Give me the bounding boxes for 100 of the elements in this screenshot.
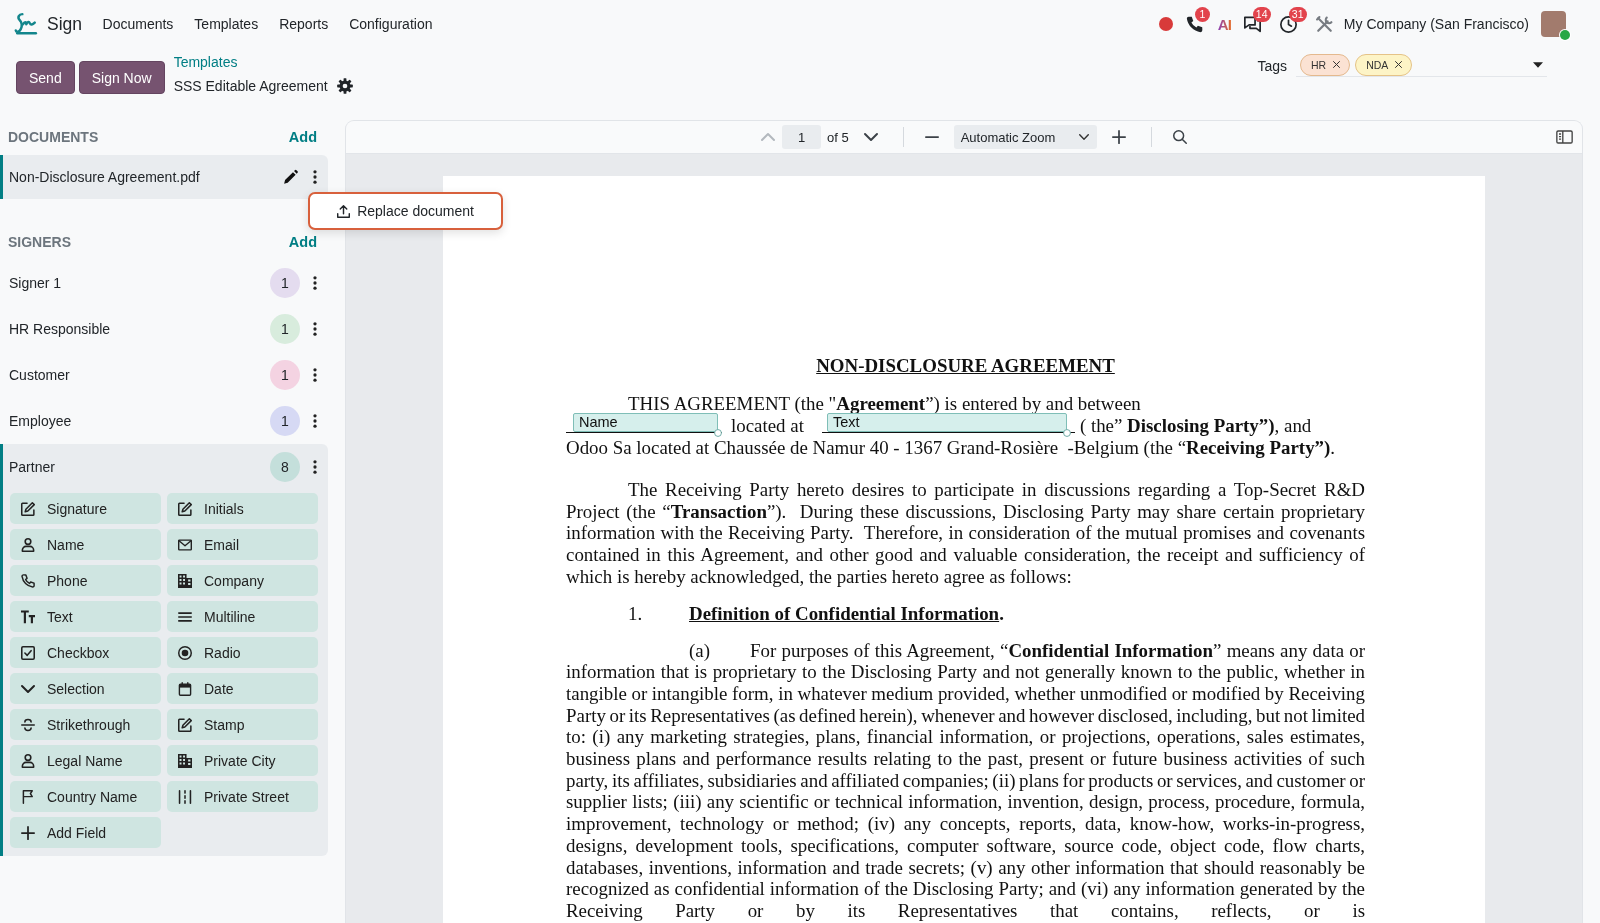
add-link[interactable]: Add — [288, 234, 317, 250]
sidebar-toggle-icon[interactable] — [1556, 130, 1573, 144]
count-badge: 1 — [270, 360, 300, 390]
checkbox-icon — [21, 645, 35, 660]
menu-item[interactable]: Documents — [92, 12, 184, 36]
signer-item[interactable]: Partner 8 — [0, 444, 328, 490]
company-switcher[interactable]: My Company (San Francisco) — [1343, 16, 1529, 32]
menu-item[interactable]: Reports — [268, 12, 339, 36]
lines-icon — [178, 609, 192, 624]
field-type-button[interactable]: Strikethrough — [10, 709, 161, 740]
document-text: ( the” Disclosing Party”), and — [1079, 415, 1312, 437]
close-icon[interactable] — [1333, 61, 1341, 68]
field-type-button[interactable]: Private City — [167, 745, 318, 776]
signer-item[interactable]: Customer 1 — [0, 352, 328, 398]
plus-icon — [21, 825, 35, 840]
pencil-square-icon — [178, 717, 192, 732]
placed-field[interactable]: Text — [826, 413, 1067, 432]
document-text: located at — [731, 415, 804, 437]
kebab-menu-icon[interactable] — [313, 460, 317, 474]
gear-icon[interactable] — [336, 78, 353, 94]
field-type-button[interactable]: Checkbox — [10, 637, 161, 668]
pencil-square-icon — [178, 501, 192, 516]
field-type-button[interactable]: Initials — [167, 493, 318, 524]
chevron-down-icon — [1078, 134, 1089, 140]
action-button[interactable]: Sign Now — [78, 61, 165, 94]
pencil-square-icon — [21, 501, 35, 516]
envelope-icon — [178, 537, 192, 552]
tools-icon[interactable] — [1315, 15, 1333, 33]
field-type-button[interactable]: Legal Name — [10, 745, 161, 776]
field-type-button[interactable]: Name — [10, 529, 161, 560]
caret-down-icon[interactable] — [1533, 61, 1543, 68]
field-type-button[interactable]: Country Name — [10, 781, 161, 812]
tag-label: HR — [1311, 58, 1327, 71]
field-type-button[interactable]: Add Field — [10, 817, 161, 848]
signer-item[interactable]: HR Responsible 1 — [0, 306, 328, 352]
count-badge: 1 — [270, 406, 300, 436]
count-badge: 1 — [270, 314, 300, 344]
resize-handle-icon[interactable] — [1062, 429, 1071, 437]
field-type-button[interactable]: Email — [167, 529, 318, 560]
menu-item[interactable]: Templates — [183, 12, 269, 36]
tags-field[interactable]: HR NDA — [1296, 53, 1547, 77]
document-text: THIS AGREEMENT (the "Agreement”) is entered by and between — [627, 393, 1142, 415]
kebab-menu-icon[interactable] — [313, 276, 317, 290]
building-icon — [178, 753, 192, 768]
kebab-menu-icon[interactable] — [313, 170, 317, 184]
app-name[interactable]: Sign — [47, 13, 83, 35]
field-type-button[interactable]: Signature — [10, 493, 161, 524]
template-title: SSS Editable Agreement — [173, 77, 328, 96]
text-size-icon — [21, 609, 35, 624]
field-type-button[interactable]: Radio — [167, 637, 318, 668]
person-icon — [21, 753, 35, 768]
page-number-field[interactable]: 1 — [782, 125, 821, 149]
dot-icon[interactable] — [1158, 17, 1173, 31]
tag-label: NDA — [1366, 58, 1389, 71]
field-type-button[interactable]: Selection — [10, 673, 161, 704]
chevron-down-icon[interactable] — [863, 130, 878, 144]
kebab-menu-icon[interactable] — [313, 322, 317, 336]
kebab-menu-icon[interactable] — [313, 368, 317, 382]
field-type-button[interactable]: Private Street — [167, 781, 318, 812]
strikethrough-icon — [21, 717, 35, 732]
document-item[interactable]: Non-Disclosure Agreement.pdf — [0, 155, 328, 199]
radio-icon — [178, 645, 192, 660]
count-badge: 1 — [270, 268, 300, 298]
placed-field[interactable]: Name — [573, 413, 718, 432]
document-title: NON-DISCLOSURE AGREEMENT — [815, 355, 1116, 377]
notification-badge: 1 — [1194, 6, 1210, 22]
person-icon — [21, 537, 35, 552]
signature-scribble-icon[interactable] — [15, 13, 37, 35]
menu-item[interactable]: Replace document — [333, 201, 478, 221]
page-count: of 5 — [827, 129, 849, 145]
flag-icon — [21, 789, 35, 804]
add-link[interactable]: Add — [288, 129, 317, 145]
action-button[interactable]: Send — [16, 61, 75, 94]
document-paragraph: (a) For purposes of this Agreement, “Confidential Information” means any data or information that is proprietary to the Disclosing Party and not generally known to the public, whether in tangible or intangible form, in whatever medium provided, whether unmodified or modified by Receiving Party or its Representatives (as defined herein), whenever and however disclosed, including, but not limited to: (i) any marketing strategies, plans, financial information, or projections, operations, sales estimates, business plans and performance results relating to the past, present or future business activities of such party, its affiliates, subsidiaries and affiliated companies; (ii) plans for products or services, and customer or supplier lists; (iii) any scientific or technical information, invention, design, process, procedure, formula, improvement, technology or method; (iv) any concepts, reports, data, know-how, works-in-progress, designs, development tools, specifications, computer software, source code, object code, flow charts, databases, inventions, information and trade secrets; (v) any other information that should reasonably be recognized as confidential information of the Disclosing Party; and (vi) any information generated by the Receiving Party or by its Representatives that contains, reflects, or is — [566, 639, 1365, 922]
section-heading: SIGNERS — [8, 234, 71, 250]
section-number: 1. — [628, 602, 644, 625]
plus-icon[interactable] — [1111, 130, 1126, 144]
field-type-button[interactable]: Text — [10, 601, 161, 632]
notification-badge: 14 — [1252, 6, 1271, 22]
signer-item[interactable]: Employee 1 — [0, 398, 328, 444]
notification-badge: 31 — [1288, 6, 1307, 22]
field-type-button[interactable]: Company — [167, 565, 318, 596]
tags-label: Tags — [1257, 58, 1287, 74]
field-type-button[interactable]: Date — [167, 673, 318, 704]
menu-item[interactable]: Configuration — [338, 12, 443, 36]
count-badge: 8 — [270, 452, 300, 482]
section-title: Definition of Confidential Information. — [689, 602, 1004, 624]
zoom-select[interactable]: Automatic Zoom — [953, 125, 1097, 149]
signer-item[interactable]: Signer 1 1 — [0, 260, 328, 306]
document-paragraph: The Receiving Party hereto desires to participate in discussions regarding a Top-Secret R&D Project (the “Transaction”). During these discussions, Disclosing Party may share certain proprietary information with the Receiving Party. Therefore, in consideration of the mutual promises and covenants contained in this Agreement, and other good and valuable consideration, the receipt and sufficiency of which is hereby acknowledged, the parties hereto agree as follows: — [566, 479, 1365, 588]
pencil-icon[interactable] — [284, 170, 298, 184]
field-type-button[interactable]: Multiline — [167, 601, 318, 632]
breadcrumb-link[interactable]: Templates — [173, 53, 353, 71]
kebab-menu-icon[interactable] — [313, 414, 317, 428]
search-icon[interactable] — [1172, 130, 1187, 144]
close-icon[interactable] — [1395, 61, 1403, 68]
upload-icon — [337, 204, 351, 218]
field-type-button[interactable]: Stamp — [167, 709, 318, 740]
field-type-button[interactable]: Phone — [10, 565, 161, 596]
resize-handle-icon[interactable] — [714, 429, 722, 437]
